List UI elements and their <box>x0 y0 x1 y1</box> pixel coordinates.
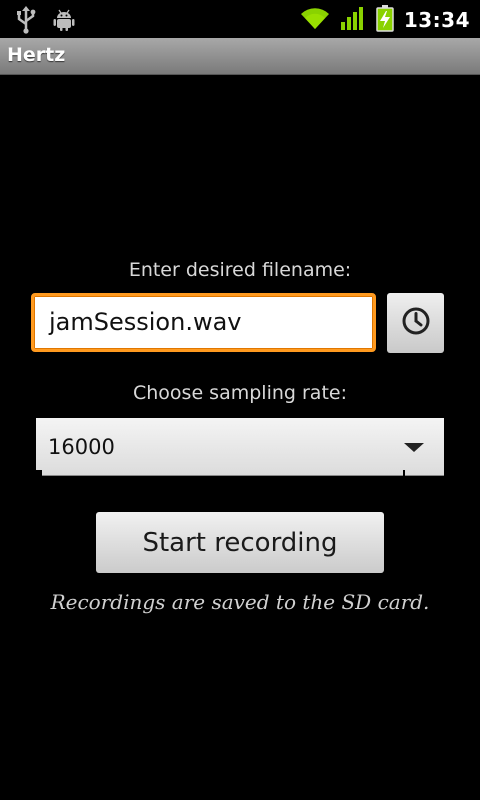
sampling-rate-label: Choose sampling rate: <box>133 382 347 404</box>
spinner-underline-notch <box>36 470 42 476</box>
timestamp-button[interactable] <box>387 293 444 353</box>
wifi-icon <box>300 5 330 35</box>
spinner-underline-notch-right <box>403 470 405 476</box>
signal-icon <box>340 5 366 35</box>
usb-icon <box>14 6 38 38</box>
sampling-rate-spinner[interactable]: 16000 <box>36 418 444 476</box>
filename-input[interactable]: jamSession.wav <box>31 293 376 352</box>
clock-icon <box>401 306 431 340</box>
status-bar: 13:34 <box>0 0 480 38</box>
status-clock: 13:34 <box>403 8 470 32</box>
filename-label: Enter desired filename: <box>128 259 352 281</box>
app-title: Hertz <box>7 44 66 66</box>
title-bar: Hertz <box>0 38 480 75</box>
start-recording-button[interactable]: Start recording <box>96 512 384 573</box>
dropdown-arrow-icon <box>404 443 424 452</box>
sampling-rate-value: 16000 <box>48 435 115 459</box>
storage-note: Recordings are saved to the SD card. <box>50 590 430 614</box>
android-debug-icon <box>52 8 76 36</box>
battery-charging-icon <box>376 4 394 36</box>
